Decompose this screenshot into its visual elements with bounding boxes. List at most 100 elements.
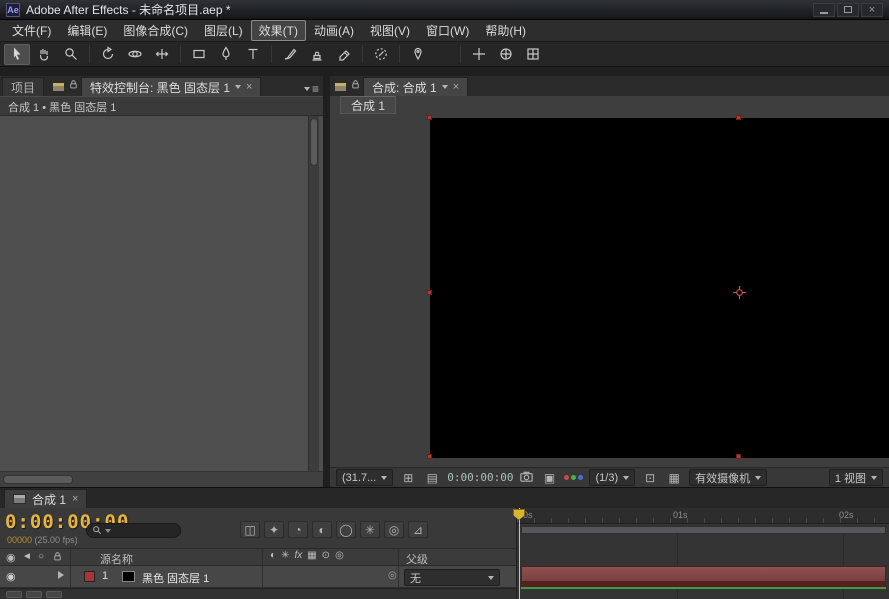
layer-row-1[interactable]: ◉ 1 黑色 固态层 1 ◎ 无: [0, 566, 516, 588]
selection-tool-icon[interactable]: [4, 44, 30, 65]
puppet-pin-tool-icon[interactable]: [405, 44, 431, 65]
source-name-column-label[interactable]: 源名称: [100, 551, 133, 567]
vertical-scrollbar-thumb[interactable]: [310, 118, 318, 166]
expand-layer-switches-button[interactable]: [6, 591, 22, 598]
lock-icon[interactable]: [350, 79, 361, 93]
lock-icon[interactable]: [68, 79, 79, 93]
roto-brush-tool-icon[interactable]: [368, 44, 394, 65]
pan-behind-tool-icon[interactable]: [149, 44, 175, 65]
frame-blending-icon[interactable]: ◐: [312, 521, 332, 538]
layer-handle-bottom-left[interactable]: [427, 454, 432, 459]
rotate-tool-icon[interactable]: [95, 44, 121, 65]
unified-camera-tool-icon[interactable]: [122, 44, 148, 65]
layer-handle-bottom-center[interactable]: [736, 454, 741, 459]
brainstorm-icon[interactable]: ✳: [360, 521, 380, 538]
comp-canvas[interactable]: [430, 118, 889, 458]
transparency-grid-icon[interactable]: ▦: [665, 472, 683, 484]
tab-effect-controls[interactable]: 特效控制台: 黑色 固态层 1 ×: [81, 77, 261, 96]
pen-tool-icon[interactable]: [213, 44, 239, 65]
parent-dropdown[interactable]: 无: [404, 569, 500, 586]
menu-help[interactable]: 帮助(H): [477, 20, 534, 41]
tab-composition-label: 合成: 合成 1: [372, 79, 437, 96]
search-options-arrow-icon[interactable]: [105, 529, 111, 533]
menu-animation[interactable]: 动画(A): [306, 20, 362, 41]
tab-close-icon[interactable]: ×: [453, 82, 459, 93]
hand-tool-icon[interactable]: [31, 44, 57, 65]
layer-handle-top-left[interactable]: [427, 115, 432, 120]
time-ruler[interactable]: 0s 01s 02s: [517, 508, 889, 524]
layer-name[interactable]: 黑色 固态层 1: [142, 570, 209, 586]
mask-visibility-icon[interactable]: ▤: [423, 472, 441, 484]
menu-file[interactable]: 文件(F): [4, 20, 59, 41]
world-axis-mode-icon[interactable]: [493, 44, 519, 65]
timeline-tab-comp1[interactable]: 合成 1 ×: [4, 489, 87, 508]
maximize-button[interactable]: [837, 3, 859, 17]
resolution-dropdown[interactable]: (1/3): [589, 469, 635, 486]
layer-anchor-point-icon[interactable]: [732, 285, 747, 303]
menu-window[interactable]: 窗口(W): [418, 20, 477, 41]
horizontal-scrollbar[interactable]: [0, 471, 323, 487]
horizontal-scrollbar-thumb[interactable]: [3, 475, 73, 484]
grid-guides-icon[interactable]: ⊞: [399, 472, 417, 484]
toolbar-separator: [399, 45, 400, 63]
timeline-search[interactable]: [86, 523, 181, 538]
local-axis-mode-icon[interactable]: [466, 44, 492, 65]
layer-twirl-icon[interactable]: [58, 571, 64, 579]
clone-stamp-tool-icon[interactable]: [304, 44, 330, 65]
menu-composition[interactable]: 图像合成(C): [115, 20, 196, 41]
tab-composition[interactable]: 合成: 合成 1 ×: [363, 77, 468, 96]
layer-label-color-swatch[interactable]: [84, 571, 95, 582]
auto-keyframe-icon[interactable]: ◎: [384, 521, 404, 538]
tab-dropdown-arrow-icon[interactable]: [235, 85, 241, 89]
zoom-tool-icon[interactable]: [58, 44, 84, 65]
preview-timecode[interactable]: 0:00:00:00: [447, 471, 513, 484]
show-channel-icon[interactable]: [564, 475, 583, 480]
search-input[interactable]: [114, 524, 175, 537]
motion-blur-icon[interactable]: ◯: [336, 521, 356, 538]
menu-view[interactable]: 视图(V): [362, 20, 418, 41]
ruler-ticks: [517, 518, 889, 523]
tab-close-icon[interactable]: ×: [246, 82, 252, 93]
minimize-button[interactable]: [813, 3, 835, 17]
mini-flowchart-icon[interactable]: ◫: [240, 521, 260, 538]
comp-viewer[interactable]: 合成 1: [330, 96, 889, 467]
timeline-tab-close-icon[interactable]: ×: [72, 494, 78, 505]
close-button[interactable]: ×: [861, 3, 883, 17]
parent-column-label[interactable]: 父级: [406, 551, 428, 567]
expand-transfer-controls-button[interactable]: [26, 591, 42, 598]
hide-shy-layers-icon[interactable]: ◔: [288, 521, 308, 538]
draft-3d-icon[interactable]: ✦: [264, 521, 284, 538]
menu-edit[interactable]: 编辑(E): [59, 20, 115, 41]
titlebar[interactable]: Ae Adobe After Effects - 未命名项目.aep * ×: [0, 0, 889, 20]
show-snapshot-icon[interactable]: ▣: [540, 472, 558, 484]
magnification-dropdown[interactable]: (31.7...: [336, 469, 393, 486]
snapshot-camera-icon[interactable]: [519, 469, 534, 487]
brush-tool-icon[interactable]: [277, 44, 303, 65]
layer-visibility-eye-icon[interactable]: ◉: [6, 570, 16, 583]
vertical-scrollbar[interactable]: [308, 116, 319, 471]
solo-column-icon: ○: [38, 551, 44, 562]
effect-controls-content[interactable]: [0, 116, 323, 487]
graph-editor-icon[interactable]: ⊿: [408, 521, 428, 538]
active-camera-dropdown[interactable]: 有效摄像机: [689, 469, 767, 486]
layer-handle-top-center[interactable]: [736, 115, 741, 120]
track-matte-icon[interactable]: ◎: [388, 570, 397, 581]
expand-inout-button[interactable]: [46, 591, 62, 598]
tab-dropdown-arrow-icon[interactable]: [442, 85, 448, 89]
view-axis-mode-icon[interactable]: [520, 44, 546, 65]
view-layout-dropdown[interactable]: 1 视图: [829, 469, 883, 486]
tab-project[interactable]: 项目: [2, 77, 44, 96]
work-area-bar[interactable]: [521, 526, 886, 534]
rectangle-tool-icon[interactable]: [186, 44, 212, 65]
layer-duration-bar[interactable]: [521, 566, 886, 587]
menu-layer[interactable]: 图层(L): [196, 20, 251, 41]
viewer-tab-comp1[interactable]: 合成 1: [340, 96, 396, 114]
region-of-interest-icon[interactable]: ⊡: [641, 472, 659, 484]
panel-menu-button[interactable]: ≡: [304, 82, 319, 96]
type-tool-icon[interactable]: [240, 44, 266, 65]
eraser-tool-icon[interactable]: [331, 44, 357, 65]
timeline-track-area[interactable]: 0s 01s 02s: [516, 508, 889, 599]
menu-effect[interactable]: 效果(T): [251, 20, 306, 41]
3d-switch-icon: ◎: [335, 550, 344, 561]
layer-handle-mid-left[interactable]: [427, 290, 432, 295]
